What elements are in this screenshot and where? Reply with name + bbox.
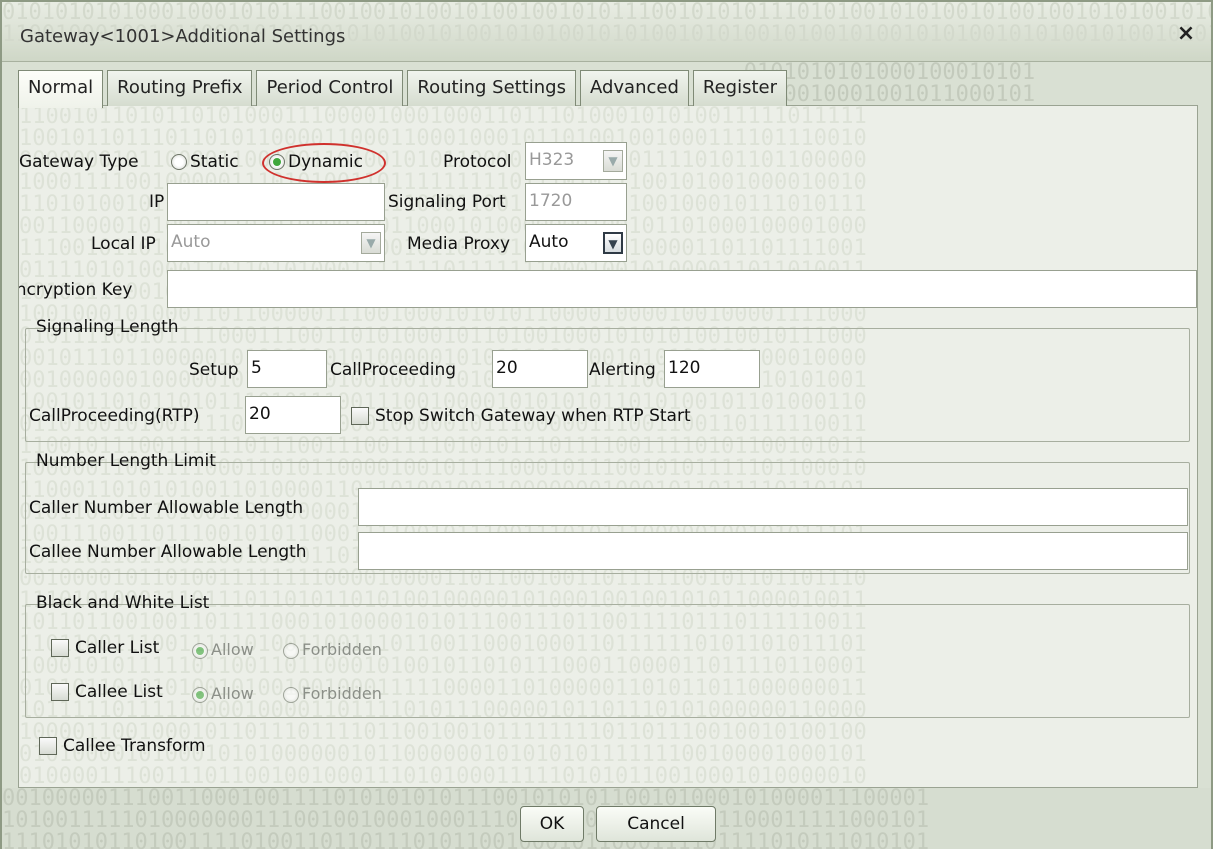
ok-button[interactable]: OK xyxy=(520,806,584,842)
chevron-down-icon: ▼ xyxy=(361,232,381,254)
caller-list-label: Caller List xyxy=(75,638,160,658)
stop-switch-label: Stop Switch Gateway when RTP Start xyxy=(375,406,691,426)
local-ip-select[interactable]: Auto ▼ xyxy=(167,224,385,262)
callee-list-option[interactable]: Callee List xyxy=(51,682,163,702)
dynamic-radio-option[interactable]: Dynamic xyxy=(269,152,363,172)
caller-allow-radio[interactable] xyxy=(192,642,208,659)
gateway-settings-dialog: 0101010101000100010101110010010100101001… xyxy=(0,0,1213,849)
callproceeding-rtp-value: 20 xyxy=(249,404,271,424)
tab-normal[interactable]: Normal xyxy=(18,70,104,108)
local-ip-value: Auto xyxy=(171,232,211,252)
callee-number-length-input[interactable] xyxy=(358,532,1188,570)
callee-number-length-label: Callee Number Allowable Length xyxy=(29,542,307,562)
caller-list-option[interactable]: Caller List xyxy=(51,638,159,658)
chevron-down-icon: ▼ xyxy=(603,150,623,172)
callee-allow-option[interactable]: Allow xyxy=(192,684,254,703)
callee-forbidden-radio[interactable] xyxy=(283,686,299,703)
alerting-value: 120 xyxy=(668,358,701,378)
callee-transform-option[interactable]: Callee Transform xyxy=(39,736,206,756)
encryption-key-input[interactable] xyxy=(167,270,1197,308)
protocol-value: H323 xyxy=(529,150,575,170)
dynamic-radio[interactable] xyxy=(269,154,285,170)
local-ip-label: Local IP xyxy=(91,234,156,254)
tab-period-control[interactable]: Period Control xyxy=(256,70,404,106)
callee-allow-radio[interactable] xyxy=(192,686,208,703)
dialog-footer: 0010000011100110001001111010101010111001… xyxy=(2,788,1211,849)
signaling-length-title: Signaling Length xyxy=(36,317,179,337)
setup-value: 5 xyxy=(251,358,262,378)
caller-list-checkbox[interactable] xyxy=(51,639,69,657)
static-radio[interactable] xyxy=(171,154,187,170)
dialog-title: Gateway<1001>Additional Settings xyxy=(20,26,346,47)
callee-transform-label: Callee Transform xyxy=(63,736,206,756)
gateway-type-label: Gateway Type xyxy=(19,152,139,172)
caller-forbidden-radio[interactable] xyxy=(283,642,299,659)
media-proxy-select[interactable]: Auto ▼ xyxy=(525,224,627,262)
encryption-key-label: Encryption Key xyxy=(19,280,133,300)
setup-label: Setup xyxy=(189,360,239,380)
callee-list-checkbox[interactable] xyxy=(51,683,69,701)
callproceeding-rtp-input[interactable]: 20 xyxy=(245,396,341,434)
stop-switch-option[interactable]: Stop Switch Gateway when RTP Start xyxy=(351,406,691,426)
caller-allow-label: Allow xyxy=(211,640,254,659)
tab-advanced[interactable]: Advanced xyxy=(579,70,689,106)
static-label: Static xyxy=(190,152,239,172)
callee-forbidden-label: Forbidden xyxy=(302,684,382,703)
close-button[interactable]: × xyxy=(1175,22,1197,46)
media-proxy-label: Media Proxy xyxy=(407,234,511,254)
ip-input[interactable] xyxy=(167,183,385,221)
alerting-label: Alerting xyxy=(589,360,656,380)
tab-register[interactable]: Register xyxy=(692,70,787,106)
callproceeding-input[interactable]: 20 xyxy=(492,350,588,388)
callee-list-label: Callee List xyxy=(75,682,163,702)
stop-switch-checkbox[interactable] xyxy=(351,407,369,425)
caller-number-length-label: Caller Number Allowable Length xyxy=(29,498,304,518)
callproceeding-rtp-label: CallProceeding(RTP) xyxy=(29,406,200,426)
number-length-title: Number Length Limit xyxy=(36,451,216,471)
cancel-button[interactable]: Cancel xyxy=(596,806,716,842)
caller-forbidden-label: Forbidden xyxy=(302,640,382,659)
callee-transform-checkbox[interactable] xyxy=(39,737,57,755)
callproceeding-label: CallProceeding xyxy=(330,360,457,380)
caller-forbidden-option[interactable]: Forbidden xyxy=(283,640,382,659)
signaling-port-value: 1720 xyxy=(529,191,573,211)
signaling-port-label: Signaling Port xyxy=(388,192,506,212)
callee-forbidden-option[interactable]: Forbidden xyxy=(283,684,382,703)
media-proxy-value: Auto xyxy=(529,232,569,252)
normal-tab-panel: 1100101101011010100011100001000100011011… xyxy=(18,105,1198,788)
protocol-select[interactable]: H323 ▼ xyxy=(525,142,627,180)
tab-routing-settings[interactable]: Routing Settings xyxy=(407,70,576,106)
protocol-label: Protocol xyxy=(443,152,512,172)
dynamic-label: Dynamic xyxy=(288,152,363,172)
caller-number-length-input[interactable] xyxy=(358,488,1188,526)
black-white-list-title: Black and White List xyxy=(36,593,210,613)
ip-label: IP xyxy=(149,192,165,212)
alerting-input[interactable]: 120 xyxy=(664,350,760,388)
setup-input[interactable]: 5 xyxy=(247,350,327,388)
callproceeding-value: 20 xyxy=(496,358,518,378)
chevron-down-icon: ▼ xyxy=(603,232,623,254)
callee-allow-label: Allow xyxy=(211,684,254,703)
signaling-port-input[interactable]: 1720 xyxy=(525,183,627,221)
static-radio-option[interactable]: Static xyxy=(171,152,239,172)
tab-routing-prefix[interactable]: Routing Prefix xyxy=(107,70,253,106)
tab-bar: Normal Routing Prefix Period Control Rou… xyxy=(18,70,787,108)
caller-allow-option[interactable]: Allow xyxy=(192,640,254,659)
title-bar[interactable]: 0101010101000100010101110010010100101001… xyxy=(2,2,1211,62)
